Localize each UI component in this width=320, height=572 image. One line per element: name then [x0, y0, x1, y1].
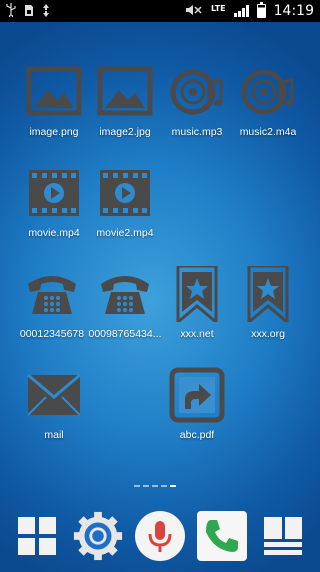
dock [0, 500, 320, 572]
app-movie-mp4[interactable]: movie.mp4 [16, 165, 92, 239]
app-label: xxx.org [251, 328, 285, 340]
image-icon [97, 64, 153, 120]
phone-icon [196, 511, 247, 561]
app-label: image2.jpg [99, 126, 151, 138]
mute-icon [185, 4, 203, 18]
app-label: image.png [29, 126, 79, 138]
page-dot[interactable] [152, 485, 158, 487]
app-label: 00098765434... [88, 328, 162, 340]
telephone-icon [97, 266, 153, 322]
widgets-button[interactable] [257, 510, 309, 562]
sim-icon [24, 4, 34, 19]
settings-gear-icon [74, 511, 123, 561]
bookmark-icon [240, 266, 296, 322]
app-abc-pdf[interactable]: abc.pdf [159, 367, 235, 441]
apps-grid-icon [17, 517, 56, 555]
envelope-icon [26, 367, 82, 423]
shortcut-arrow-icon [169, 367, 225, 423]
status-bar: LTE 14:19 [0, 0, 320, 22]
page-dot[interactable] [143, 485, 149, 487]
app-label: movie.mp4 [28, 227, 80, 239]
app-label: movie2.mp4 [96, 227, 154, 239]
film-icon [97, 165, 153, 221]
app-movie2-mp4[interactable]: movie2.mp4 [87, 165, 163, 239]
widgets-icon [264, 517, 303, 555]
bookmark-icon [169, 266, 225, 322]
clock: 14:19 [273, 3, 314, 19]
phone-button[interactable] [196, 510, 248, 562]
app-label: music.mp3 [171, 126, 223, 138]
page-dot[interactable] [134, 485, 140, 487]
app-label: music2.m4a [239, 126, 297, 138]
music-disc-icon [240, 64, 296, 120]
settings-button[interactable] [72, 510, 124, 562]
app-mail[interactable]: mail [16, 367, 92, 441]
app-phone-00098765434[interactable]: 00098765434... [87, 266, 163, 340]
app-label: 00012345678 [19, 328, 85, 340]
app-phone-00012345678[interactable]: 00012345678 [14, 266, 90, 340]
usb-icon [6, 3, 16, 19]
app-music2-m4a[interactable]: music2.m4a [230, 64, 306, 138]
app-music-mp3[interactable]: music.mp3 [159, 64, 235, 138]
app-image-png[interactable]: image.png [16, 64, 92, 138]
app-label: mail [44, 429, 64, 441]
page-dot[interactable] [161, 485, 167, 487]
page-indicator [134, 485, 176, 487]
lte-icon: LTE [210, 3, 226, 13]
telephone-icon [24, 266, 80, 322]
app-label: abc.pdf [179, 429, 215, 441]
signal-icon [233, 5, 249, 17]
app-label: xxx.net [180, 328, 214, 340]
microphone-icon [134, 511, 185, 561]
battery-icon [256, 2, 266, 18]
app-bookmark-xxx-org[interactable]: xxx.org [230, 266, 306, 340]
music-disc-icon [169, 64, 225, 120]
image-icon [26, 64, 82, 120]
apps-grid-button[interactable] [11, 510, 63, 562]
voice-search-button[interactable] [134, 510, 186, 562]
app-bookmark-xxx-net[interactable]: xxx.net [159, 266, 235, 340]
film-icon [26, 165, 82, 221]
data-sync-icon [42, 3, 50, 19]
app-image2-jpg[interactable]: image2.jpg [87, 64, 163, 138]
page-dot-active[interactable] [170, 485, 176, 487]
